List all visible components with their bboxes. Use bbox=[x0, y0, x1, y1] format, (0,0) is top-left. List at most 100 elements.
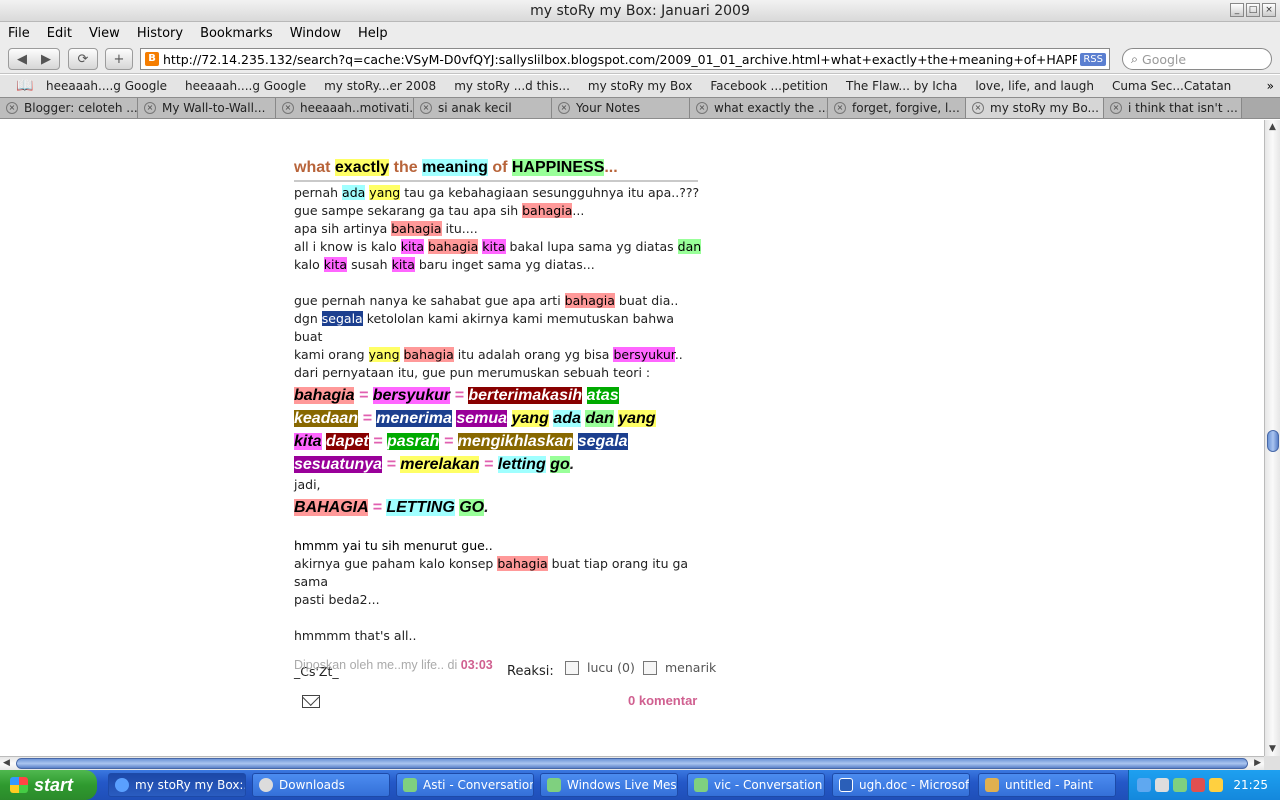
open-book-icon[interactable]: 📖 bbox=[16, 78, 36, 94]
tab[interactable]: × forget, forgive, l... bbox=[828, 98, 966, 118]
post-line: dgn segala ketololan kami akirnya kami m… bbox=[294, 311, 675, 344]
forward-arrow-icon[interactable]: ▶ bbox=[41, 52, 51, 67]
post-line: all i know is kalo kita bahagia kita bak… bbox=[294, 239, 702, 254]
window-title: my stoRy my Box: Januari 2009 bbox=[530, 3, 750, 19]
post-time-link[interactable]: 03:03 bbox=[461, 658, 493, 672]
close-tab-icon[interactable]: × bbox=[1110, 102, 1122, 114]
theory-line: keadaan = menerima semua yang ada dan ya… bbox=[294, 410, 656, 427]
close-tab-icon[interactable]: × bbox=[282, 102, 294, 114]
vertical-scroll-thumb[interactable] bbox=[1267, 430, 1279, 452]
post-footer: Diposkan oleh me..my life.. di 03:03 Rea… bbox=[294, 658, 716, 680]
bookmarks-bar: 📖 heeaaah....g Google heeaaah....g Googl… bbox=[0, 75, 1280, 97]
close-tab-icon[interactable]: × bbox=[696, 102, 708, 114]
taskbar-item[interactable]: ugh.doc - Microsof... bbox=[832, 773, 970, 797]
tab[interactable]: × My Wall-to-Wall... bbox=[138, 98, 276, 118]
tab[interactable]: × si anak kecil bbox=[414, 98, 552, 118]
add-bookmark-button[interactable]: + bbox=[105, 48, 133, 70]
search-input[interactable]: ⌕ Google bbox=[1122, 48, 1272, 70]
comments-link[interactable]: 0 komentar bbox=[628, 693, 697, 708]
bookmark-item[interactable]: Cuma Sec...Catatan bbox=[1102, 79, 1239, 93]
close-tab-icon[interactable]: × bbox=[420, 102, 432, 114]
messenger-icon bbox=[403, 778, 417, 792]
more-bookmarks-icon[interactable]: » bbox=[1267, 79, 1274, 93]
close-tab-icon[interactable]: × bbox=[972, 102, 984, 114]
bookmark-item[interactable]: Facebook ...petition bbox=[700, 79, 836, 93]
bookmark-item[interactable]: love, life, and laugh bbox=[965, 79, 1102, 93]
bookmark-item[interactable]: The Flaw... by Icha bbox=[836, 79, 965, 93]
reaksi-label: Reaksi: bbox=[507, 664, 554, 679]
taskbar-item[interactable]: Downloads bbox=[252, 773, 390, 797]
conclusion-line: BAHAGIA = LETTING GO. bbox=[294, 499, 489, 516]
horizontal-scrollbar[interactable]: ◀ ▶ bbox=[0, 756, 1264, 770]
start-button[interactable]: start bbox=[0, 770, 97, 800]
post-line: gue sampe sekarang ga tau apa sih bahagi… bbox=[294, 203, 585, 218]
scroll-left-icon[interactable]: ◀ bbox=[3, 758, 10, 768]
maximize-icon[interactable]: □ bbox=[1246, 3, 1260, 17]
post-line: apa sih artinya bahagia itu.... bbox=[294, 221, 478, 236]
tab[interactable]: × Blogger: celoteh ... bbox=[0, 98, 138, 118]
lucu-label: lucu (0) bbox=[587, 660, 635, 675]
scroll-right-icon[interactable]: ▶ bbox=[1254, 758, 1261, 768]
bookmark-item[interactable]: heeaaah....g Google bbox=[36, 79, 175, 93]
menu-view[interactable]: View bbox=[81, 26, 129, 41]
tab-bar: × Blogger: celoteh ... × My Wall-to-Wall..… bbox=[0, 97, 1280, 119]
taskbar-item[interactable]: untitled - Paint bbox=[978, 773, 1116, 797]
tray-chevron-icon[interactable] bbox=[1137, 778, 1151, 792]
tab-active[interactable]: × my stoRy my Bo... bbox=[966, 98, 1104, 118]
back-arrow-icon[interactable]: ◀ bbox=[17, 52, 27, 67]
plus-icon: + bbox=[113, 51, 125, 67]
bookmark-item[interactable]: my stoRy ...d this... bbox=[444, 79, 578, 93]
close-tab-icon[interactable]: × bbox=[834, 102, 846, 114]
taskbar-item[interactable]: Windows Live Mes... bbox=[540, 773, 678, 797]
menarik-checkbox[interactable] bbox=[643, 661, 657, 675]
windows-flag-icon bbox=[10, 777, 28, 793]
rss-badge[interactable]: RSS bbox=[1080, 52, 1106, 66]
email-post-icon[interactable] bbox=[302, 695, 320, 708]
menu-bookmarks[interactable]: Bookmarks bbox=[192, 26, 282, 41]
taskbar-item[interactable]: vic - Conversation bbox=[687, 773, 825, 797]
blogger-favicon-icon: B bbox=[145, 52, 159, 66]
volume-icon[interactable] bbox=[1155, 778, 1169, 792]
horizontal-scroll-thumb[interactable] bbox=[16, 758, 1248, 769]
browser-icon bbox=[115, 778, 129, 792]
menu-help[interactable]: Help bbox=[350, 26, 397, 41]
address-bar[interactable]: B http://72.14.235.132/search?q=cache:VS… bbox=[140, 48, 1110, 70]
reload-button[interactable]: ⟳ bbox=[68, 48, 98, 70]
scroll-corner bbox=[1264, 756, 1280, 770]
menu-history[interactable]: History bbox=[129, 26, 192, 41]
bookmark-item[interactable]: my stoRy...er 2008 bbox=[314, 79, 444, 93]
network-icon[interactable] bbox=[1191, 778, 1205, 792]
close-tab-icon[interactable]: × bbox=[6, 102, 18, 114]
vertical-scrollbar[interactable]: ▲ ▼ bbox=[1264, 120, 1280, 756]
tab[interactable]: × heeaaah..motivati... bbox=[276, 98, 414, 118]
close-tab-icon[interactable]: × bbox=[558, 102, 570, 114]
bookmark-item[interactable]: my stoRy my Box bbox=[578, 79, 700, 93]
post-line: akirnya gue paham kalo konsep bahagia bu… bbox=[294, 556, 689, 589]
minimize-icon[interactable]: _ bbox=[1230, 3, 1244, 17]
messenger-tray-icon[interactable] bbox=[1173, 778, 1187, 792]
scroll-up-icon[interactable]: ▲ bbox=[1269, 122, 1276, 132]
tab[interactable]: × what exactly the ... bbox=[690, 98, 828, 118]
menu-edit[interactable]: Edit bbox=[39, 26, 81, 41]
menu-file[interactable]: File bbox=[0, 26, 39, 41]
taskbar-item[interactable]: Asti - Conversation bbox=[396, 773, 534, 797]
close-tab-icon[interactable]: × bbox=[144, 102, 156, 114]
post-line: pernah ada yang tau ga kebahagiaan sesun… bbox=[294, 185, 700, 200]
clock[interactable]: 21:25 bbox=[1233, 778, 1268, 792]
post-title[interactable]: what exactly the meaning of HAPPINESS... bbox=[294, 158, 698, 182]
reload-icon: ⟳ bbox=[77, 51, 89, 67]
close-icon[interactable]: × bbox=[1262, 3, 1276, 17]
theory-line: kita dapet = pasrah = mengikhlaskan sega… bbox=[294, 433, 628, 450]
downloads-icon bbox=[259, 778, 273, 792]
wireless-icon[interactable] bbox=[1209, 778, 1223, 792]
lucu-checkbox[interactable] bbox=[565, 661, 579, 675]
url-text[interactable]: http://72.14.235.132/search?q=cache:VSyM… bbox=[163, 52, 1077, 67]
menu-window[interactable]: Window bbox=[282, 26, 350, 41]
tab[interactable]: × Your Notes bbox=[552, 98, 690, 118]
bookmark-item[interactable]: heeaaah....g Google bbox=[175, 79, 314, 93]
tab[interactable]: × i think that isn't ... bbox=[1104, 98, 1242, 118]
back-forward-buttons: ◀ ▶ bbox=[8, 48, 60, 70]
scroll-down-icon[interactable]: ▼ bbox=[1269, 744, 1276, 754]
tray-icons bbox=[1137, 778, 1223, 792]
taskbar-item[interactable]: my stoRy my Box:... bbox=[108, 773, 246, 797]
